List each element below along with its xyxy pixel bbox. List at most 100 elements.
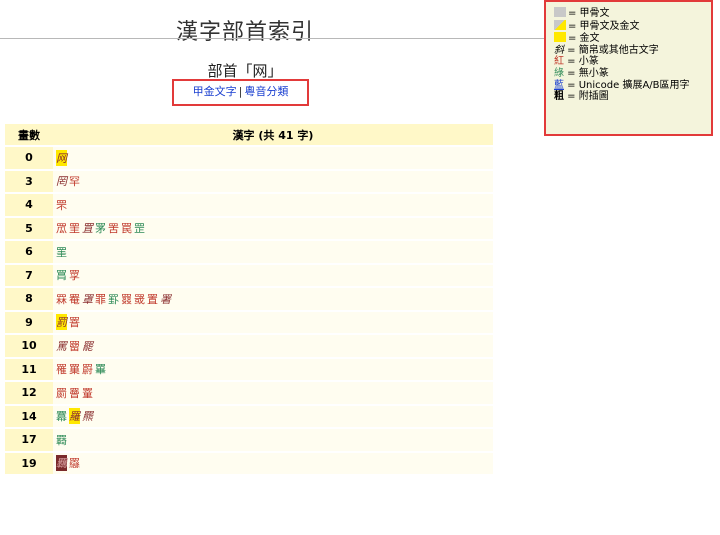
legend-row-noseal: 綠 = 無小篆: [554, 68, 711, 80]
characters-cell: 罧罨罩罪罫罬罭置署: [53, 288, 493, 310]
characters-cell: 罔罕: [53, 170, 493, 192]
character-link[interactable]: 罛: [56, 220, 67, 236]
character-link[interactable]: 罿: [82, 385, 93, 401]
stroke-count-cell: 7: [5, 264, 53, 286]
character-link[interactable]: 羆: [82, 408, 93, 424]
characters-cell: 罣: [53, 241, 493, 263]
character-link[interactable]: 罬: [121, 291, 132, 307]
illus-sample: 粗: [554, 91, 564, 103]
legend-label-noseal: = 無小篆: [564, 67, 609, 79]
table-row: 10 罵罶罷: [5, 335, 493, 357]
characters-cell: 羈羉: [53, 452, 493, 474]
characters-cell: 罽罾罿: [53, 382, 493, 404]
character-link[interactable]: 罝: [82, 220, 93, 236]
character-link[interactable]: 罭: [134, 291, 145, 307]
character-link[interactable]: 罪: [95, 291, 106, 307]
character-link[interactable]: 羈: [56, 455, 67, 472]
legend-label-unicode: = Unicode 擴展A/B區用字: [564, 79, 690, 91]
character-link[interactable]: 罔: [56, 173, 67, 189]
character-link[interactable]: 置: [147, 291, 158, 307]
character-link[interactable]: 罩: [82, 291, 93, 307]
subnav-separator: |: [238, 85, 243, 98]
character-link[interactable]: 罶: [69, 338, 80, 354]
character-link[interactable]: 罨: [69, 291, 80, 307]
character-link[interactable]: 罺: [69, 361, 80, 377]
oracle-bronze-link[interactable]: 甲金文字: [193, 85, 237, 98]
character-link[interactable]: 羃: [56, 408, 67, 424]
character-link[interactable]: 罟: [108, 220, 119, 236]
oracle-swatch: [554, 7, 566, 17]
character-link[interactable]: 罯: [69, 314, 80, 330]
character-link[interactable]: 罾: [69, 385, 80, 401]
character-link[interactable]: 罷: [82, 338, 93, 354]
character-table: 畫數 漢字 (共 41 字) 0网3罔罕4罘5罛罜罝罞罟罠罡6罣7罥罦8罧罨罩罪…: [5, 122, 493, 476]
stroke-count-cell: 11: [5, 358, 53, 380]
character-link[interactable]: 罥: [56, 267, 67, 283]
character-link[interactable]: 罼: [95, 361, 106, 377]
unicode-sample: 藍: [554, 79, 564, 91]
stroke-count-cell: 3: [5, 170, 53, 192]
bronze-swatch: [554, 32, 566, 43]
seal-sample: 紅: [554, 56, 564, 68]
character-link[interactable]: 罜: [69, 220, 80, 236]
subnav: 甲金文字 | 粵音分類: [172, 79, 309, 106]
character-link[interactable]: 罠: [121, 220, 132, 236]
stroke-count-cell: 8: [5, 288, 53, 310]
character-link[interactable]: 羅: [69, 408, 80, 425]
stroke-count-cell: 0: [5, 147, 53, 169]
character-link[interactable]: 罽: [56, 385, 67, 401]
character-link[interactable]: 罻: [82, 361, 93, 377]
character-link[interactable]: 罕: [69, 173, 80, 189]
legend-row-unicode: 藍 = Unicode 擴展A/B區用字: [554, 80, 711, 92]
characters-cell: 罘: [53, 194, 493, 216]
noseal-sample: 綠: [554, 67, 564, 79]
header-characters: 漢字 (共 41 字): [53, 124, 493, 145]
characters-cell: 羃羅羆: [53, 405, 493, 427]
character-link[interactable]: 罧: [56, 291, 67, 307]
bamboo-sample: 斜: [554, 44, 564, 56]
character-link[interactable]: 羉: [69, 455, 80, 471]
legend-label-illus: = 附插圖: [564, 91, 609, 103]
table-row: 6罣: [5, 241, 493, 263]
stroke-count-cell: 10: [5, 335, 53, 357]
table-row: 4罘: [5, 194, 493, 216]
character-link[interactable]: 网: [56, 149, 67, 166]
legend-row-oracle: = 甲骨文: [554, 7, 711, 20]
characters-cell: 罛罜罝罞罟罠罡: [53, 217, 493, 239]
character-link[interactable]: 罹: [56, 361, 67, 377]
legend-label-oracle-bronze: = 甲骨文及金文: [568, 20, 640, 32]
character-link[interactable]: 羇: [56, 432, 67, 448]
table-row: 0网: [5, 147, 493, 169]
characters-cell: 罥罦: [53, 264, 493, 286]
table-row: 5罛罜罝罞罟罠罡: [5, 217, 493, 239]
character-link[interactable]: 罘: [56, 197, 67, 213]
title-divider: [0, 38, 544, 39]
table-header-row: 畫數 漢字 (共 41 字): [5, 124, 493, 145]
cantonese-category-link[interactable]: 粵音分類: [244, 85, 288, 98]
stroke-count-cell: 12: [5, 382, 53, 404]
character-link[interactable]: 罰: [56, 314, 67, 331]
characters-cell: 罹罺罻罼: [53, 358, 493, 380]
character-link[interactable]: 罡: [134, 220, 145, 236]
table-row: 11 罹罺罻罼: [5, 358, 493, 380]
table-row: 19 羈羉: [5, 452, 493, 474]
page-title: 漢字部首索引: [176, 20, 315, 45]
character-link[interactable]: 罞: [95, 220, 106, 236]
legend-label-seal: = 小篆: [564, 56, 599, 68]
character-link[interactable]: 罣: [56, 244, 67, 260]
characters-cell: 网: [53, 147, 493, 169]
legend-row-oracle-bronze: = 甲骨文及金文: [554, 19, 711, 33]
character-link[interactable]: 罫: [108, 291, 119, 307]
characters-cell: 罰罯: [53, 311, 493, 333]
stroke-count-cell: 17: [5, 429, 53, 451]
stroke-count-cell: 14: [5, 405, 53, 427]
character-link[interactable]: 罦: [69, 267, 80, 283]
legend-label-bamboo: = 簡帛或其他古文字: [564, 44, 659, 56]
legend-row-bamboo: 斜 = 簡帛或其他古文字: [554, 45, 711, 57]
stroke-count-cell: 6: [5, 241, 53, 263]
character-link[interactable]: 署: [160, 291, 171, 307]
character-link[interactable]: 罵: [56, 338, 67, 354]
legend-row-bronze: = 金文: [554, 32, 711, 45]
table-row: 12 罽罾罿: [5, 382, 493, 404]
table-row: 8罧罨罩罪罫罬罭置署: [5, 288, 493, 310]
